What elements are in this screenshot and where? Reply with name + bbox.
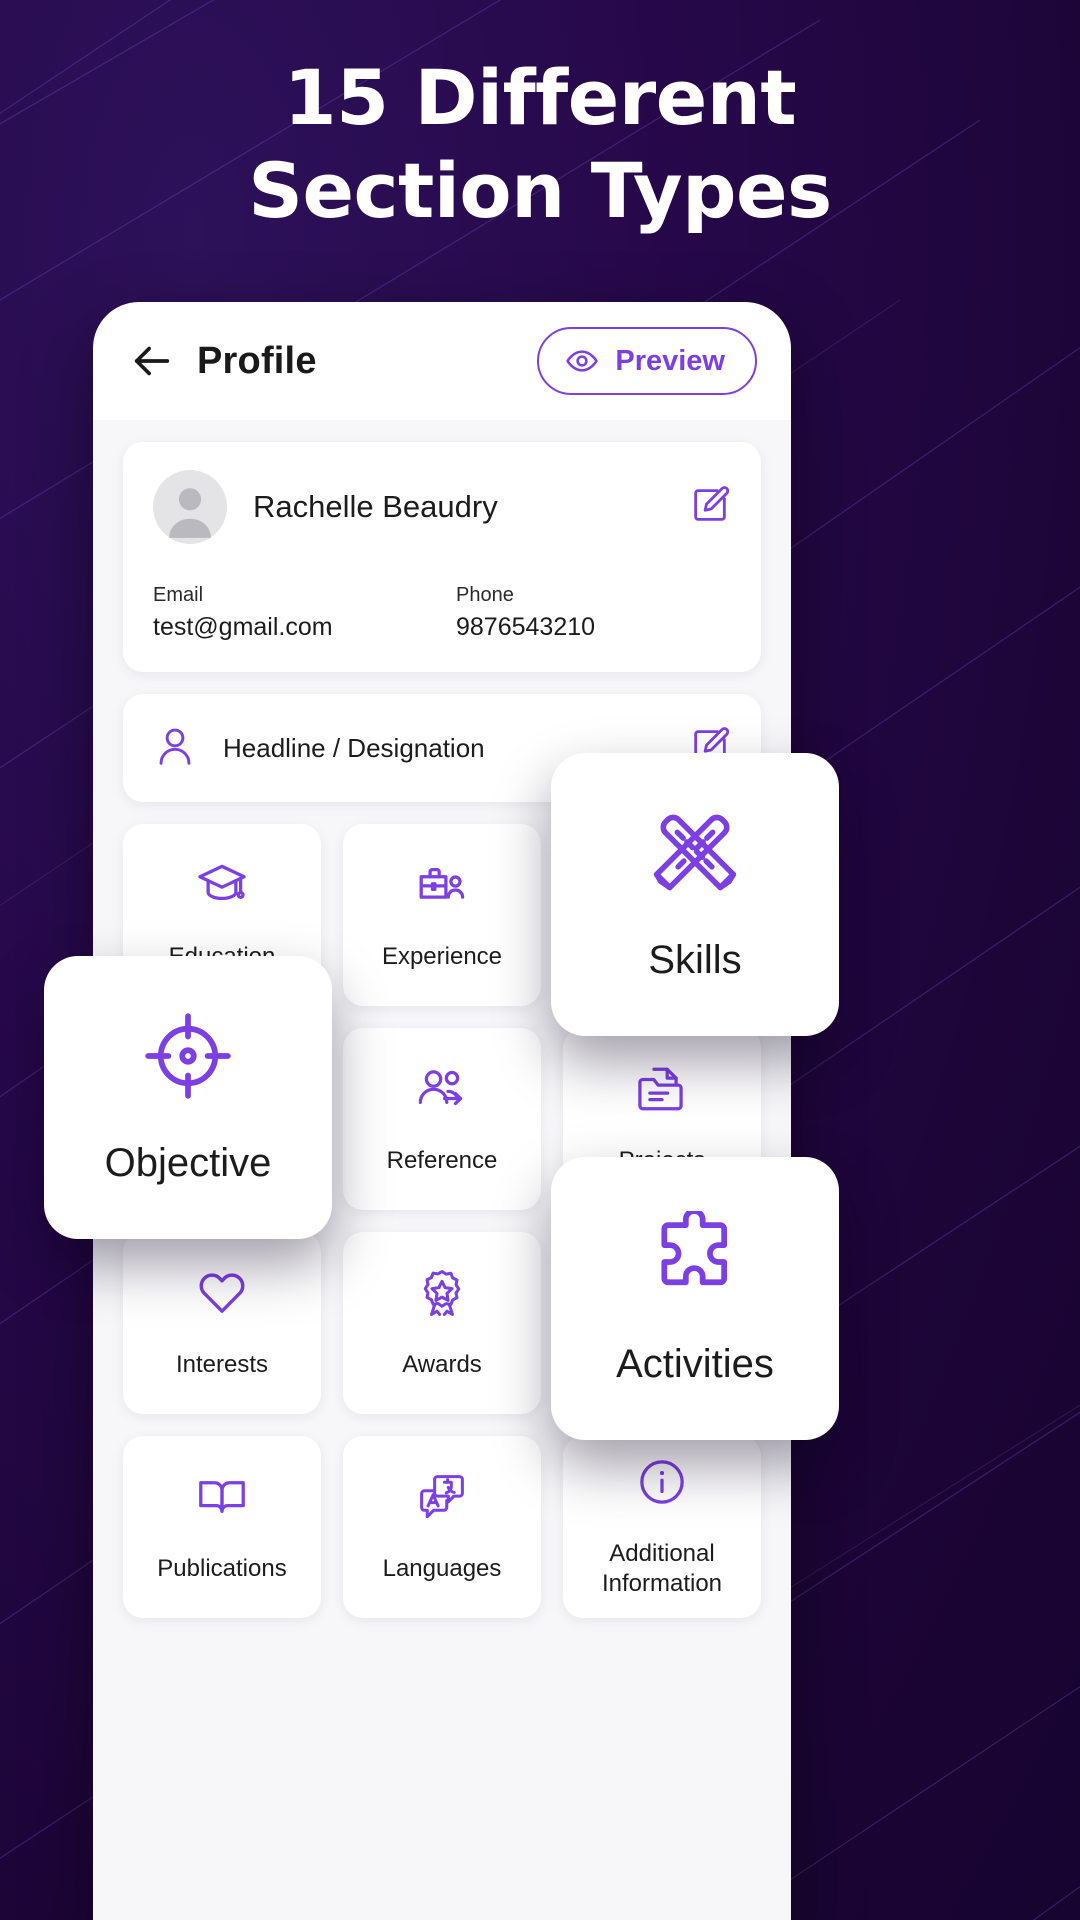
tile-reference[interactable]: Reference (343, 1028, 541, 1210)
email-field: Email test@gmail.com (153, 584, 442, 642)
popup-card-skills[interactable]: Skills (551, 753, 839, 1036)
phone-label: Phone (456, 584, 514, 606)
popup-label: Skills (648, 937, 742, 982)
phone-value: 9876543210 (456, 613, 596, 641)
preview-button[interactable]: Preview (537, 327, 757, 395)
tile-label: Reference (386, 1146, 498, 1174)
tile-publications[interactable]: Publications (123, 1436, 321, 1618)
tile-label: Experience (381, 942, 503, 970)
puzzle-piece-icon (649, 1207, 741, 1308)
tile-awards[interactable]: Awards (343, 1232, 541, 1414)
profile-name: Rachelle Beaudry (253, 489, 498, 524)
tile-languages[interactable]: Languages (343, 1436, 541, 1618)
popup-card-activities[interactable]: Activities (551, 1157, 839, 1440)
tile-label: Interests (175, 1350, 269, 1378)
folder-document-icon (636, 1063, 688, 1120)
app-bar: Profile Preview (93, 302, 791, 420)
tile-additional-information[interactable]: Additional Information (563, 1436, 761, 1618)
open-book-icon (196, 1471, 248, 1528)
popup-label: Objective (104, 1140, 272, 1185)
briefcase-person-icon (416, 859, 468, 916)
pencil-ruler-icon (649, 807, 741, 904)
award-ribbon-icon (416, 1267, 468, 1324)
person-avatar-icon (153, 470, 227, 544)
headline-line-1: 15 Different (283, 53, 797, 142)
page-title: Profile (197, 339, 317, 382)
email-label: Email (153, 584, 204, 606)
popup-label: Activities (616, 1341, 774, 1386)
target-crosshair-icon (142, 1010, 234, 1107)
tile-label: Publications (157, 1554, 287, 1582)
arrow-left-icon[interactable] (129, 338, 175, 384)
translate-chat-icon (416, 1471, 468, 1528)
edit-pencil-icon[interactable] (689, 484, 731, 531)
tile-label: Languages (382, 1554, 502, 1582)
headline-line-2: Section Types (248, 145, 832, 235)
tile-interests[interactable]: Interests (123, 1232, 321, 1414)
tile-experience[interactable]: Experience (343, 824, 541, 1006)
contact-row: Email test@gmail.com Phone 9876543210 (153, 584, 731, 642)
tile-label-line-1: Additional (609, 1539, 715, 1567)
email-value: test@gmail.com (153, 613, 333, 641)
people-arrow-icon (416, 1063, 468, 1120)
popup-card-objective[interactable]: Objective (44, 956, 332, 1239)
profile-card[interactable]: Rachelle Beaudry Email test@gmail.com Ph… (123, 442, 761, 672)
graduation-cap-icon (196, 859, 248, 916)
preview-button-label: Preview (615, 344, 725, 377)
promo-screenshot: 15 Different Section Types Profile Previ… (0, 0, 1080, 1920)
promo-headline: 15 Different Section Types (0, 52, 1080, 237)
headline-designation-label: Headline / Designation (223, 732, 485, 763)
phone-field: Phone 9876543210 (442, 584, 731, 642)
user-outline-icon (153, 724, 197, 773)
eye-icon (565, 344, 599, 378)
info-circle-icon (636, 1456, 688, 1513)
tile-label: Additional Information (602, 1539, 722, 1599)
tile-label-line-2: Information (601, 1569, 723, 1597)
tile-label: Awards (402, 1350, 482, 1378)
profile-card-header: Rachelle Beaudry (153, 470, 731, 544)
heart-icon (196, 1267, 248, 1324)
